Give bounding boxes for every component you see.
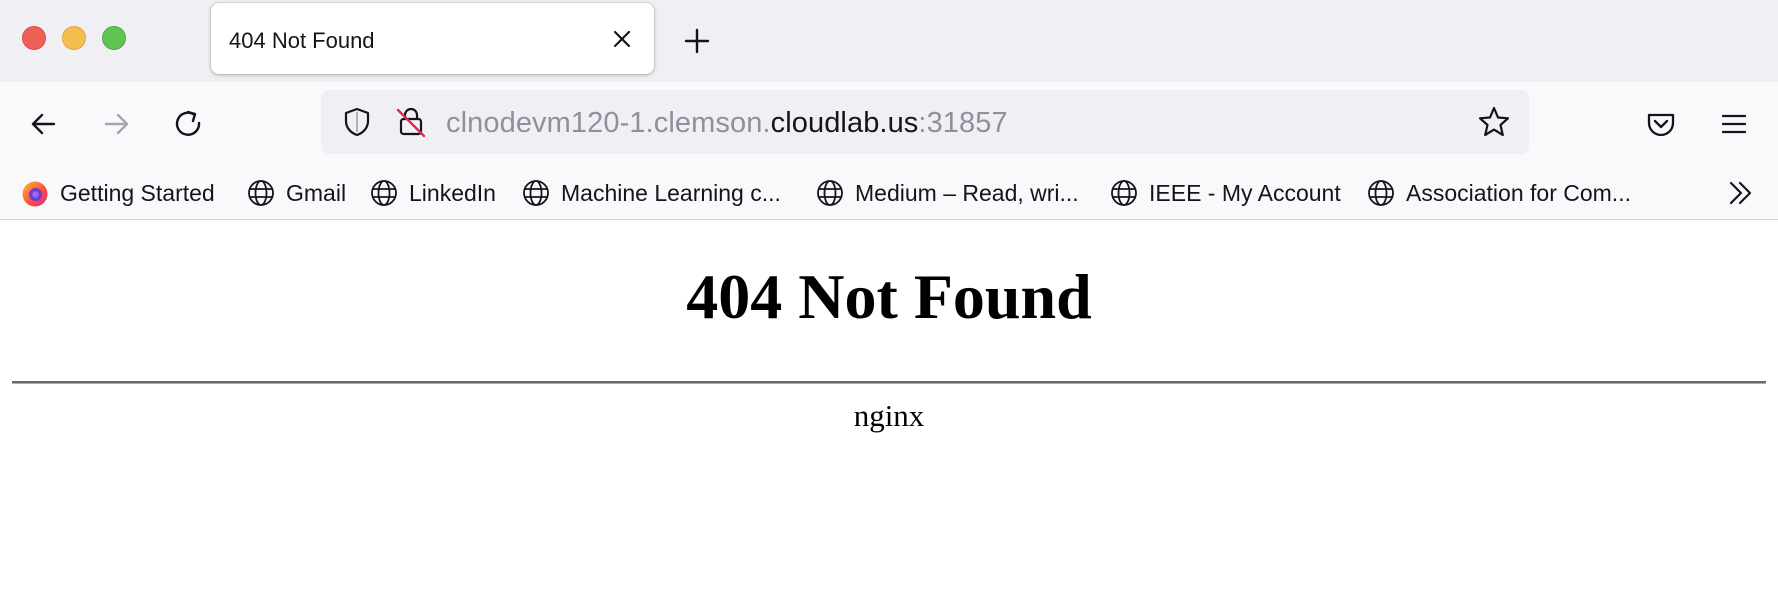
bookmark-label: IEEE - My Account bbox=[1149, 179, 1341, 206]
bookmarks-toolbar: Getting Started Gmail LinkedIn Machine L… bbox=[0, 166, 1778, 220]
pocket-icon[interactable] bbox=[1641, 104, 1681, 144]
bookmark-label: Getting Started bbox=[60, 179, 215, 206]
page-content: 404 Not Found nginx bbox=[0, 220, 1778, 606]
bookmark-gmail[interactable]: Gmail bbox=[246, 175, 346, 211]
tab-strip: 404 Not Found bbox=[0, 0, 1778, 82]
star-icon[interactable] bbox=[1476, 104, 1512, 140]
bookmark-machine-learning[interactable]: Machine Learning c... bbox=[521, 175, 781, 211]
url-text[interactable]: clnodevm120-1.clemson.cloudlab.us:31857 bbox=[446, 107, 1008, 140]
window-zoom-button[interactable] bbox=[102, 26, 126, 50]
url-domain: cloudlab.us bbox=[770, 107, 919, 139]
bookmark-ieee[interactable]: IEEE - My Account bbox=[1109, 175, 1341, 211]
chevron-double-right-icon[interactable] bbox=[1724, 176, 1758, 210]
arrow-right-icon[interactable] bbox=[96, 104, 136, 144]
firefox-icon bbox=[22, 181, 48, 207]
url-subdomain: clnodevm120-1.clemson. bbox=[446, 107, 771, 139]
plus-icon[interactable] bbox=[680, 24, 714, 58]
hamburger-menu-icon[interactable] bbox=[1714, 104, 1754, 144]
bookmark-label: Association for Com... bbox=[1406, 179, 1631, 206]
tab-title: 404 Not Found bbox=[229, 28, 375, 53]
bookmark-getting-started[interactable]: Getting Started bbox=[20, 175, 215, 211]
window-close-button[interactable] bbox=[22, 26, 46, 50]
close-icon[interactable] bbox=[609, 26, 635, 52]
globe-icon bbox=[817, 180, 843, 206]
insecure-lock-icon[interactable] bbox=[393, 104, 429, 140]
divider bbox=[12, 381, 1766, 384]
shield-icon[interactable] bbox=[339, 104, 375, 140]
url-bar[interactable]: clnodevm120-1.clemson.cloudlab.us:31857 bbox=[321, 90, 1529, 154]
page-title: 404 Not Found bbox=[686, 261, 1092, 332]
globe-icon bbox=[523, 180, 549, 206]
bookmark-medium[interactable]: Medium – Read, wri... bbox=[815, 175, 1079, 211]
bookmark-label: Medium – Read, wri... bbox=[855, 179, 1079, 206]
globe-icon bbox=[1368, 180, 1394, 206]
window-minimize-button[interactable] bbox=[62, 26, 86, 50]
globe-icon bbox=[1111, 180, 1137, 206]
bookmark-label: LinkedIn bbox=[409, 179, 496, 206]
reload-icon[interactable] bbox=[168, 104, 208, 144]
tab-active[interactable]: 404 Not Found bbox=[211, 3, 654, 74]
nav-bar: clnodevm120-1.clemson.cloudlab.us:31857 bbox=[0, 82, 1778, 166]
bookmark-acm[interactable]: Association for Com... bbox=[1366, 175, 1631, 211]
bookmark-label: Machine Learning c... bbox=[561, 179, 781, 206]
url-port: :31857 bbox=[918, 107, 1008, 139]
globe-icon bbox=[371, 180, 397, 206]
bookmark-label: Gmail bbox=[286, 179, 347, 206]
arrow-left-icon[interactable] bbox=[24, 104, 64, 144]
globe-icon bbox=[248, 180, 274, 206]
bookmark-linkedin[interactable]: LinkedIn bbox=[369, 175, 496, 211]
server-signature: nginx bbox=[853, 398, 925, 433]
